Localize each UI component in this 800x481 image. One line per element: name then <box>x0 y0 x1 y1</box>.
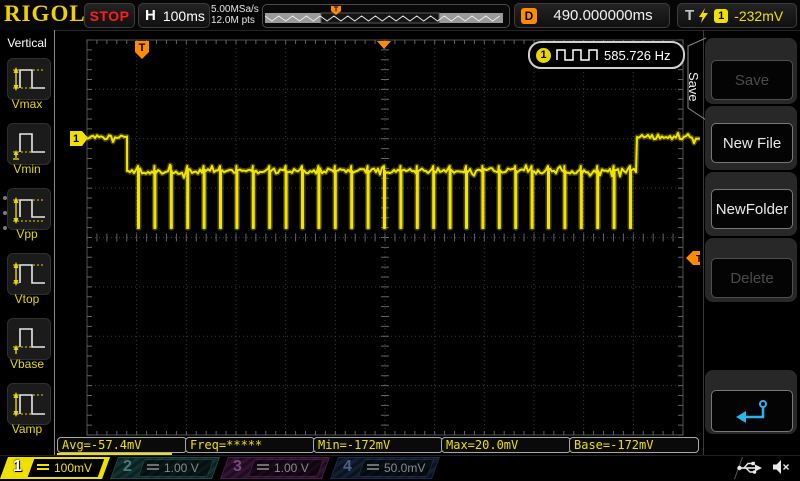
measurement-base[interactable]: Base=-172mV <box>569 437 699 453</box>
trigger-level-label: T <box>696 254 700 265</box>
vbase-icon <box>13 328 45 354</box>
vamp-label: Vamp <box>11 422 43 436</box>
channel-4-number: 4 <box>343 458 352 475</box>
counter-channel-badge: 1 <box>536 47 551 63</box>
rigol-logo: RIGOL <box>4 1 86 26</box>
horizontal-timebase-box[interactable]: H 100ms <box>138 3 210 28</box>
vmax-label: Vmax <box>11 97 43 111</box>
channel-3-scale: 1.00 V <box>274 461 309 475</box>
new-folder-button[interactable]: NewFolder <box>711 189 793 229</box>
delete-button[interactable]: Delete <box>711 258 793 298</box>
trigger-box[interactable]: T 1 -232mV <box>677 3 797 28</box>
channel-4-status[interactable]: 4 50.0mV <box>329 457 441 479</box>
frequency-value: 585.726 Hz <box>604 47 671 63</box>
channel-2-status[interactable]: 2 1.00 V <box>109 457 221 479</box>
channel-1-status[interactable]: 1 100mV <box>0 457 111 479</box>
sidebar-item-vamp[interactable] <box>7 383 51 425</box>
sidebar-title: Vertical <box>7 36 47 50</box>
waveform-overview-strip[interactable]: T <box>262 4 510 28</box>
coupling-icon <box>367 464 379 470</box>
channel-2-scale: 1.00 V <box>164 461 199 475</box>
sidebar-item-vmax[interactable] <box>7 58 51 100</box>
channel-4-scale: 50.0mV <box>384 461 426 475</box>
channel-1-marker-label: 1 <box>73 133 79 145</box>
sample-rate: 5.00MSa/s <box>211 4 259 15</box>
sidebar-item-vpp[interactable] <box>7 188 51 230</box>
delay-box[interactable]: D 490.000000ms <box>514 3 670 28</box>
channel-3-status[interactable]: 3 1.00 V <box>219 457 331 479</box>
channel-1-waveform <box>86 131 700 229</box>
top-status-bar: RIGOL STOP H 100ms 5.00MSa/s 12.0M pts T… <box>0 0 800 31</box>
sidebar-item-vtop[interactable] <box>7 253 51 295</box>
delay-value: 490.000000ms <box>553 7 653 24</box>
timebase-value: 100ms <box>162 7 205 24</box>
page-dot <box>3 226 7 230</box>
vmin-icon <box>13 133 45 160</box>
trigger-label: T <box>685 7 695 24</box>
coupling-icon <box>37 464 49 470</box>
speaker-muted-icon <box>773 460 789 474</box>
edge-trigger-icon <box>699 7 709 23</box>
return-arrow-icon <box>736 400 767 423</box>
square-wave-icon <box>556 49 598 61</box>
menu-tab-title: Save <box>686 72 701 102</box>
vbase-label: Vbase <box>9 357 45 371</box>
vtop-icon <box>13 262 45 286</box>
trigger-level-value: -232mV <box>734 7 784 24</box>
coupling-icon <box>257 464 269 470</box>
measurement-max[interactable]: Max=20.0mV <box>441 437 571 453</box>
page-dot <box>3 211 7 215</box>
new-file-button[interactable]: New File <box>711 123 793 163</box>
sidebar-item-vbase[interactable] <box>7 318 51 360</box>
scope-display: 1 T T <box>70 39 700 436</box>
trigger-position-label: T <box>139 42 146 54</box>
trigger-center-marker <box>377 41 391 49</box>
graticule-ticks <box>86 39 684 436</box>
channel-3-number: 3 <box>233 458 242 475</box>
page-dot <box>3 196 7 200</box>
measurement-freq[interactable]: Freq=***** <box>185 437 315 453</box>
coupling-icon <box>147 464 159 470</box>
memory-depth: 12.0M pts <box>211 15 255 26</box>
trigger-source-badge: 1 <box>714 8 729 23</box>
vpp-label: Vpp <box>16 227 38 241</box>
save-button[interactable]: Save <box>711 60 793 100</box>
vamp-icon <box>13 392 45 417</box>
frequency-counter: 1 585.726 Hz <box>528 41 685 69</box>
delay-label: D <box>521 7 537 24</box>
channel-1-scale: 100mV <box>54 461 93 475</box>
measurement-avg[interactable]: Avg=-57.4mV <box>57 437 187 453</box>
overview-window[interactable] <box>320 12 440 24</box>
waveform-glow <box>85 130 700 231</box>
vpp-icon <box>13 197 45 224</box>
vtop-label: Vtop <box>14 292 40 306</box>
vmax-icon <box>13 67 45 91</box>
run-stop-status[interactable]: STOP <box>84 3 135 28</box>
overview-waveform: T <box>264 6 503 24</box>
channel-2-number: 2 <box>123 458 132 475</box>
channel-1-number: 1 <box>13 458 22 475</box>
h-label: H <box>145 7 156 24</box>
channel-status-bar: 1 100mV 2 1.00 V 3 1.00 V 4 50.0mV <box>0 455 800 481</box>
acquisition-info: 5.00MSa/s 12.0M pts <box>211 4 259 26</box>
measure-sidebar: Vertical Vmax Vmin Vpp Vtop Vbase Vamp <box>0 30 55 455</box>
measurement-min[interactable]: Min=-172mV <box>313 437 443 453</box>
vmin-label: Vmin <box>13 162 41 176</box>
return-button[interactable] <box>711 390 793 432</box>
usb-icon <box>737 461 762 474</box>
overview-trigger-label: T <box>334 7 339 14</box>
sidebar-item-vmin[interactable] <box>7 123 51 165</box>
